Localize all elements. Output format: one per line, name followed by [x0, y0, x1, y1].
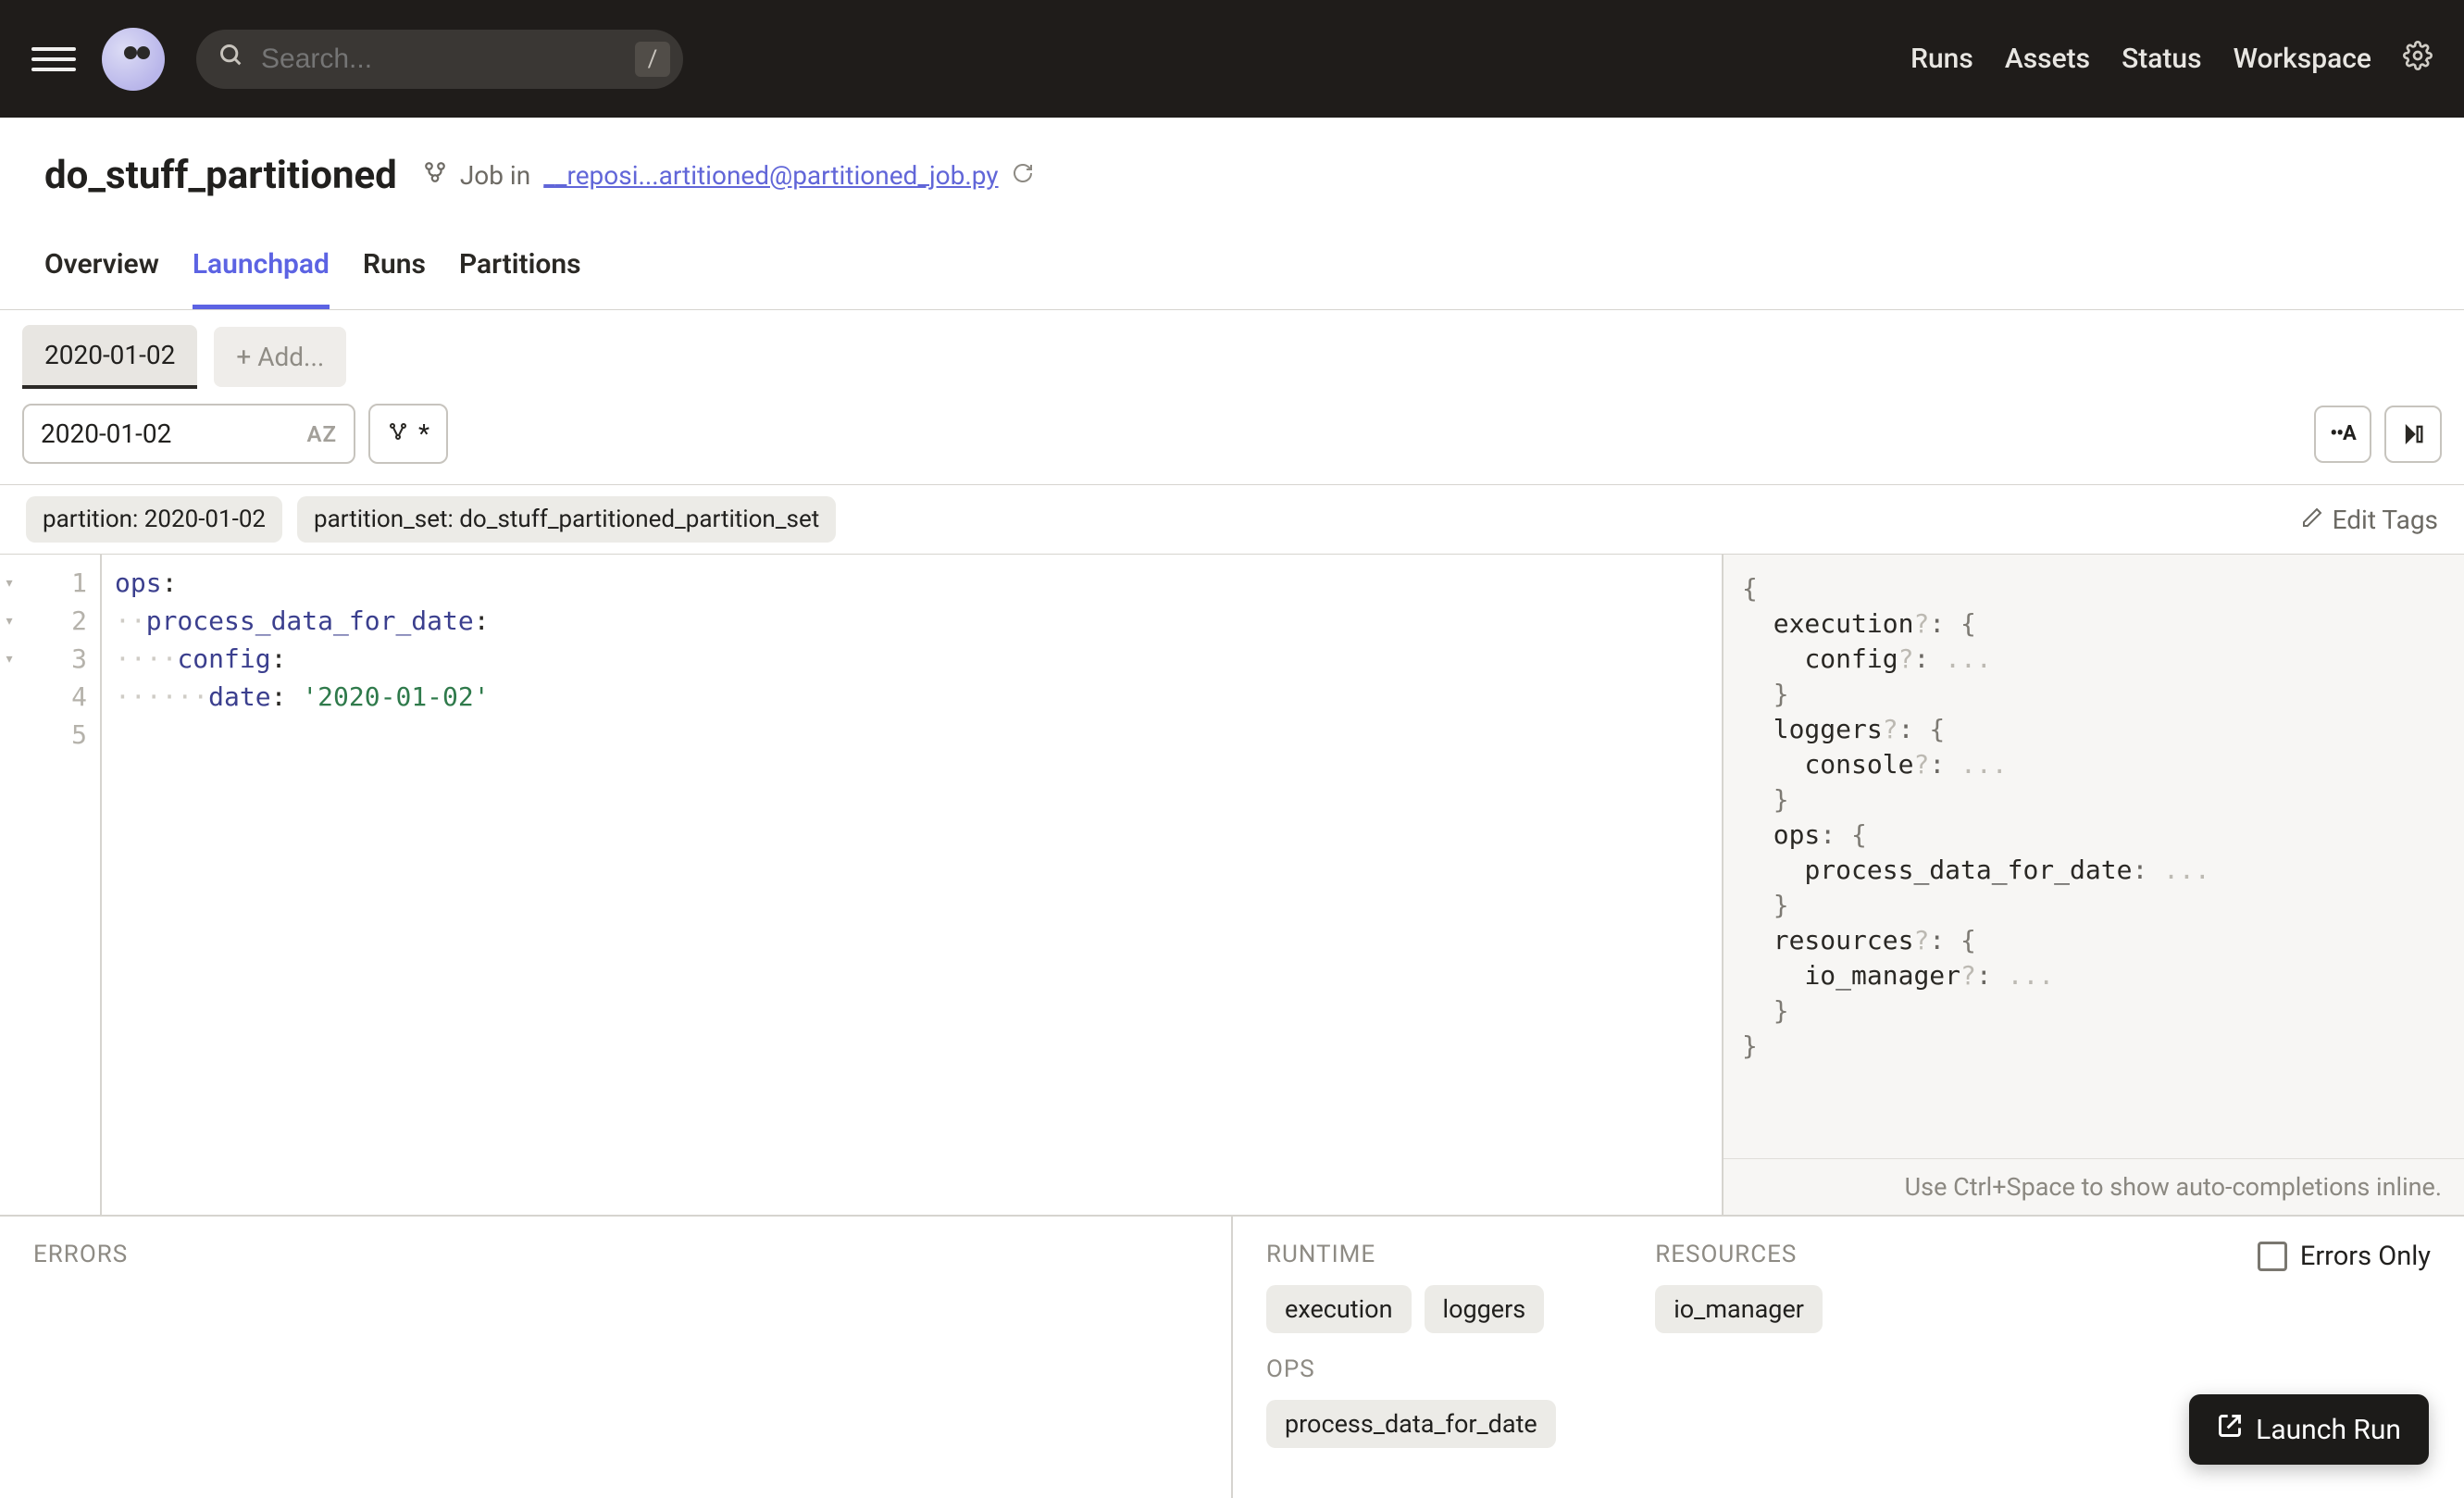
logo-icon[interactable] — [102, 28, 165, 91]
job-location-link[interactable]: __reposi...artitioned@partitioned_job.py — [543, 160, 998, 191]
search-shortcut-key: / — [635, 42, 670, 77]
schema-hint: Use Ctrl+Space to show auto-completions … — [1724, 1158, 2464, 1215]
ops-label: OPS — [1266, 1355, 2431, 1383]
reload-icon[interactable] — [1012, 160, 1034, 191]
runtime-chip[interactable]: loggers — [1425, 1285, 1545, 1333]
schema-content: { execution?: { config?: ... } loggers?:… — [1724, 555, 2464, 1158]
runtime-chip[interactable]: execution — [1266, 1285, 1412, 1333]
partition-selector-value: 2020-01-02 — [41, 418, 171, 449]
checkbox-icon[interactable] — [2258, 1242, 2287, 1271]
nav-workspace[interactable]: Workspace — [2234, 43, 2371, 75]
search-icon — [218, 43, 244, 76]
nav-status[interactable]: Status — [2122, 43, 2201, 75]
filter-row: 2020-01-02 AZ * ••A — [0, 404, 2464, 485]
scaffold-config-button[interactable]: ••A — [2314, 406, 2371, 463]
gear-icon[interactable] — [2403, 41, 2433, 78]
edit-tags-label: Edit Tags — [2333, 505, 2438, 535]
tab-launchpad[interactable]: Launchpad — [193, 231, 330, 309]
tab-partitions[interactable]: Partitions — [459, 231, 581, 309]
tab-runs[interactable]: Runs — [363, 231, 426, 309]
add-partition-tab[interactable]: + Add... — [214, 327, 346, 387]
tab-overview[interactable]: Overview — [44, 231, 159, 309]
errors-only-toggle[interactable]: Errors Only — [2258, 1241, 2431, 1272]
page-header: do_stuff_partitioned Job in __reposi...a… — [0, 118, 2464, 310]
top-nav: / Runs Assets Status Workspace — [0, 0, 2464, 118]
runtime-label: RUNTIME — [1266, 1241, 1544, 1268]
tag-chip[interactable]: partition: 2020-01-02 — [26, 496, 282, 543]
ops-chip[interactable]: process_data_for_date — [1266, 1400, 1556, 1448]
op-filter[interactable]: * — [368, 404, 448, 464]
toggle-panel-button[interactable] — [2384, 406, 2442, 463]
job-icon — [423, 160, 447, 191]
errors-only-label: Errors Only — [2300, 1241, 2431, 1272]
nav-runs[interactable]: Runs — [1910, 43, 1973, 75]
partition-tab[interactable]: 2020-01-02 — [22, 325, 197, 389]
fold-gutter: ▾▾▾ — [0, 555, 19, 1215]
launch-icon — [2217, 1413, 2243, 1446]
search-input[interactable] — [261, 44, 618, 75]
launch-run-button[interactable]: Launch Run — [2189, 1394, 2429, 1465]
code-content[interactable]: ops:··process_data_for_date:····config:·… — [102, 555, 503, 1215]
op-filter-text: * — [418, 418, 429, 449]
partition-selector[interactable]: 2020-01-02 AZ — [22, 404, 355, 464]
editor-area: ▾▾▾ 12345 ops:··process_data_for_date:··… — [0, 555, 2464, 1217]
errors-panel: ERRORS — [0, 1217, 1233, 1498]
tag-chip[interactable]: partition_set: do_stuff_partitioned_part… — [297, 496, 836, 543]
schema-pane: { execution?: { config?: ... } loggers?:… — [1724, 555, 2464, 1215]
bottom-panel: ERRORS Errors Only RUNTIME execution log… — [0, 1217, 2464, 1498]
pencil-icon — [2301, 505, 2323, 535]
edit-tags-button[interactable]: Edit Tags — [2301, 505, 2438, 535]
resources-label: RESOURCES — [1655, 1241, 1823, 1268]
tabs: Overview Launchpad Runs Partitions — [44, 231, 2420, 309]
job-location-chip: Job in __reposi...artitioned@partitioned… — [423, 160, 1034, 191]
partition-tabs: 2020-01-02 + Add... — [0, 310, 2464, 404]
launch-run-label: Launch Run — [2256, 1414, 2401, 1446]
page-title: do_stuff_partitioned — [44, 153, 397, 198]
tag-row: partition: 2020-01-02 partition_set: do_… — [0, 485, 2464, 555]
menu-icon[interactable] — [31, 37, 76, 81]
job-in-prefix: Job in — [460, 160, 530, 191]
line-gutter: 12345 — [19, 555, 102, 1215]
sort-az-icon: AZ — [306, 421, 337, 447]
nav-assets[interactable]: Assets — [2005, 43, 2090, 75]
errors-label: ERRORS — [33, 1241, 1198, 1268]
filter-icon — [387, 418, 409, 449]
search-box[interactable]: / — [196, 30, 683, 89]
config-editor[interactable]: ▾▾▾ 12345 ops:··process_data_for_date:··… — [0, 555, 1724, 1215]
nav-links: Runs Assets Status Workspace — [1910, 41, 2433, 78]
resource-chip[interactable]: io_manager — [1655, 1285, 1823, 1333]
